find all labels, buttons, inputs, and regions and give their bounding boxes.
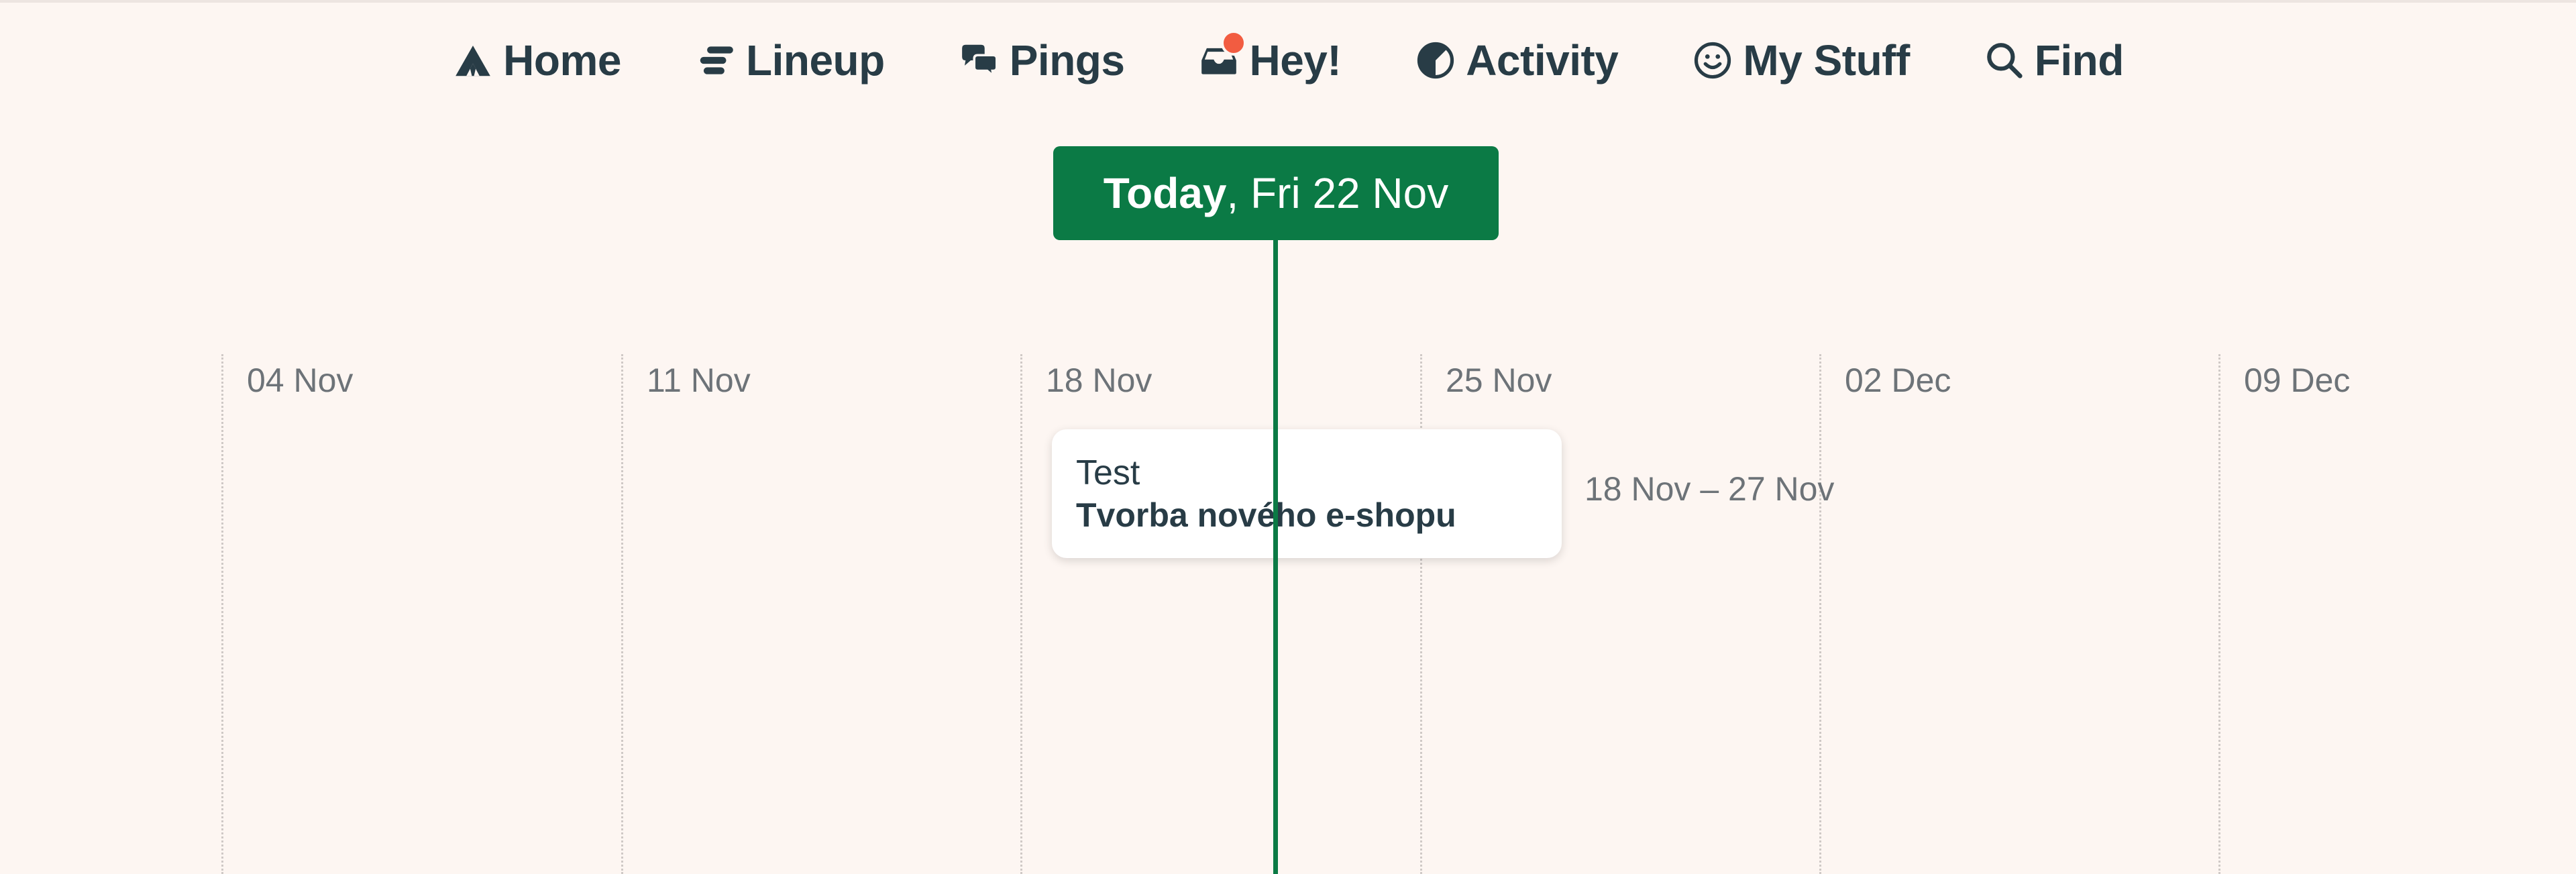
nav-hey-label: Hey! [1249,36,1342,85]
today-badge: Today, Fri 22 Nov [1053,146,1499,240]
main-nav: Home Lineup Pings Hey! Activity My Stuff… [0,27,2576,94]
week-gridline [621,354,623,874]
nav-find[interactable]: Find [1984,27,2124,94]
week-gridline [1819,354,1821,874]
week-label: 11 Nov [647,362,751,399]
week-gridline [1020,354,1022,874]
nav-my-stuff[interactable]: My Stuff [1692,27,1910,94]
event-title: Test [1076,453,1140,492]
nav-find-label: Find [2034,36,2125,85]
nav-hey[interactable]: Hey! [1198,27,1342,94]
notification-dot [1221,30,1247,56]
week-gridline [221,354,223,874]
week-label: 25 Nov [1446,362,1552,399]
nav-home-label: Home [503,36,621,85]
nav-my-stuff-label: My Stuff [1743,36,1910,85]
hey-inbox-icon [1198,30,1247,81]
lineup-page: Home Lineup Pings Hey! Activity My Stuff… [0,0,2576,874]
nav-pings[interactable]: Pings [959,27,1125,94]
nav-pings-label: Pings [1009,36,1125,85]
today-label: Today [1103,169,1227,217]
lineup-icon [695,40,737,81]
week-label: 04 Nov [247,362,354,399]
nav-lineup-label: Lineup [745,36,885,85]
week-label: 09 Dec [2244,362,2351,399]
event-card[interactable]: Test Tvorba nového e-shopu [1052,429,1562,558]
event-date-range: 18 Nov – 27 Nov [1585,470,1835,508]
nav-activity[interactable]: Activity [1415,27,1619,94]
week-label: 02 Dec [1845,362,1951,399]
nav-home[interactable]: Home [452,27,621,94]
activity-icon [1415,40,1456,81]
today-line [1273,235,1278,874]
search-icon [1984,40,2025,81]
nav-lineup[interactable]: Lineup [695,27,885,94]
nav-activity-label: Activity [1466,36,1619,85]
week-label: 18 Nov [1046,362,1152,399]
smiley-icon [1692,40,1733,81]
pings-icon [959,40,1000,81]
week-gridline [2218,354,2220,874]
top-border [0,0,2576,3]
home-icon [452,40,494,81]
today-date: , Fri 22 Nov [1226,169,1449,217]
event-project: Tvorba nového e-shopu [1076,496,1456,535]
